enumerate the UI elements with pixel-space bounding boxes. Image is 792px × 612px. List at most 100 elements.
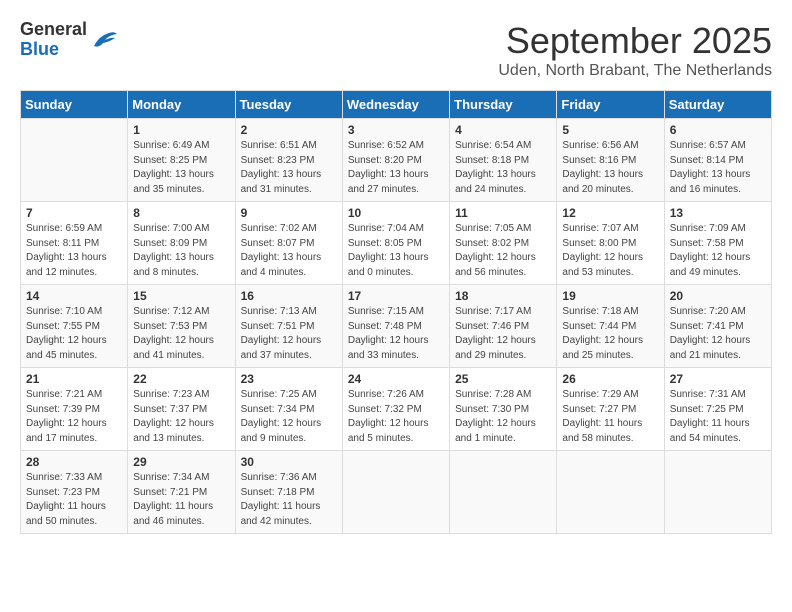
day-number: 30 <box>241 455 337 469</box>
calendar-cell: 21 Sunrise: 7:21 AM Sunset: 7:39 PM Dayli… <box>21 368 128 451</box>
day-number: 7 <box>26 206 122 220</box>
week-row-5: 28 Sunrise: 7:33 AM Sunset: 7:23 PM Dayli… <box>21 451 772 534</box>
calendar-cell: 19Sunrise: 7:18 AM Sunset: 7:44 PM Dayli… <box>557 285 664 368</box>
week-row-1: 1Sunrise: 6:49 AM Sunset: 8:25 PM Daylig… <box>21 119 772 202</box>
logo-bird-icon <box>89 28 119 52</box>
calendar-cell: 23 Sunrise: 7:25 AM Sunset: 7:34 PM Dayli… <box>235 368 342 451</box>
day-info: Sunrise: 7:33 AM Sunset: 7:23 PM Dayligh… <box>26 471 122 529</box>
day-number: 20 <box>670 289 766 303</box>
header-friday: Friday <box>557 91 664 119</box>
day-number: 21 <box>26 372 122 386</box>
day-number: 25 <box>455 372 551 386</box>
day-info: Sunrise: 7:21 AM Sunset: 7:39 PM Dayligh… <box>26 388 122 446</box>
calendar-cell: 15 Sunrise: 7:12 AM Sunset: 7:53 PM Dayli… <box>128 285 235 368</box>
day-info: Sunrise: 6:59 AM Sunset: 8:11 PM Dayligh… <box>26 222 122 280</box>
title-block: September 2025 Uden, North Brabant, The … <box>498 20 772 80</box>
week-row-2: 7 Sunrise: 6:59 AM Sunset: 8:11 PM Daylig… <box>21 202 772 285</box>
day-number: 5 <box>562 123 658 137</box>
day-number: 23 <box>241 372 337 386</box>
location-title: Uden, North Brabant, The Netherlands <box>498 62 772 80</box>
calendar-header-row: SundayMondayTuesdayWednesdayThursdayFrid… <box>21 91 772 119</box>
day-number: 17 <box>348 289 444 303</box>
calendar-cell: 1Sunrise: 6:49 AM Sunset: 8:25 PM Daylig… <box>128 119 235 202</box>
day-info: Sunrise: 7:00 AM Sunset: 8:09 PM Dayligh… <box>133 222 229 280</box>
day-info: Sunrise: 7:25 AM Sunset: 7:34 PM Dayligh… <box>241 388 337 446</box>
day-info: Sunrise: 6:52 AM Sunset: 8:20 PM Dayligh… <box>348 139 444 197</box>
day-info: Sunrise: 7:36 AM Sunset: 7:18 PM Dayligh… <box>241 471 337 529</box>
calendar-cell: 16 Sunrise: 7:13 AM Sunset: 7:51 PM Dayli… <box>235 285 342 368</box>
day-number: 6 <box>670 123 766 137</box>
day-number: 16 <box>241 289 337 303</box>
calendar-cell: 18 Sunrise: 7:17 AM Sunset: 7:46 PM Dayli… <box>450 285 557 368</box>
day-number: 29 <box>133 455 229 469</box>
day-info: Sunrise: 6:54 AM Sunset: 8:18 PM Dayligh… <box>455 139 551 197</box>
day-number: 24 <box>348 372 444 386</box>
calendar-cell: 9 Sunrise: 7:02 AM Sunset: 8:07 PM Daylig… <box>235 202 342 285</box>
header-wednesday: Wednesday <box>342 91 449 119</box>
day-info: Sunrise: 7:13 AM Sunset: 7:51 PM Dayligh… <box>241 305 337 363</box>
month-title: September 2025 <box>498 20 772 62</box>
calendar-cell: 5 Sunrise: 6:56 AM Sunset: 8:16 PM Daylig… <box>557 119 664 202</box>
calendar-cell: 26 Sunrise: 7:29 AM Sunset: 7:27 PM Dayli… <box>557 368 664 451</box>
day-number: 18 <box>455 289 551 303</box>
day-info: Sunrise: 6:49 AM Sunset: 8:25 PM Dayligh… <box>133 139 229 197</box>
day-info: Sunrise: 7:20 AM Sunset: 7:41 PM Dayligh… <box>670 305 766 363</box>
page-header: General Blue September 2025 Uden, North … <box>20 20 772 80</box>
header-sunday: Sunday <box>21 91 128 119</box>
calendar-cell: 29Sunrise: 7:34 AM Sunset: 7:21 PM Dayli… <box>128 451 235 534</box>
calendar-cell: 27Sunrise: 7:31 AM Sunset: 7:25 PM Dayli… <box>664 368 771 451</box>
logo-general: General Blue <box>20 20 87 60</box>
header-saturday: Saturday <box>664 91 771 119</box>
week-row-3: 14Sunrise: 7:10 AM Sunset: 7:55 PM Dayli… <box>21 285 772 368</box>
day-info: Sunrise: 7:12 AM Sunset: 7:53 PM Dayligh… <box>133 305 229 363</box>
header-thursday: Thursday <box>450 91 557 119</box>
day-number: 9 <box>241 206 337 220</box>
calendar-cell: 6 Sunrise: 6:57 AM Sunset: 8:14 PM Daylig… <box>664 119 771 202</box>
day-info: Sunrise: 7:07 AM Sunset: 8:00 PM Dayligh… <box>562 222 658 280</box>
day-info: Sunrise: 6:56 AM Sunset: 8:16 PM Dayligh… <box>562 139 658 197</box>
day-info: Sunrise: 7:09 AM Sunset: 7:58 PM Dayligh… <box>670 222 766 280</box>
day-number: 26 <box>562 372 658 386</box>
calendar-cell: 30 Sunrise: 7:36 AM Sunset: 7:18 PM Dayli… <box>235 451 342 534</box>
day-number: 3 <box>348 123 444 137</box>
calendar-cell: 3 Sunrise: 6:52 AM Sunset: 8:20 PM Daylig… <box>342 119 449 202</box>
calendar-cell <box>664 451 771 534</box>
day-info: Sunrise: 7:28 AM Sunset: 7:30 PM Dayligh… <box>455 388 551 446</box>
day-info: Sunrise: 7:17 AM Sunset: 7:46 PM Dayligh… <box>455 305 551 363</box>
day-number: 28 <box>26 455 122 469</box>
calendar-table: SundayMondayTuesdayWednesdayThursdayFrid… <box>20 90 772 534</box>
calendar-cell: 14Sunrise: 7:10 AM Sunset: 7:55 PM Dayli… <box>21 285 128 368</box>
day-number: 11 <box>455 206 551 220</box>
day-info: Sunrise: 7:31 AM Sunset: 7:25 PM Dayligh… <box>670 388 766 446</box>
calendar-cell: 8Sunrise: 7:00 AM Sunset: 8:09 PM Daylig… <box>128 202 235 285</box>
day-info: Sunrise: 6:57 AM Sunset: 8:14 PM Dayligh… <box>670 139 766 197</box>
day-number: 13 <box>670 206 766 220</box>
calendar-cell <box>342 451 449 534</box>
day-number: 22 <box>133 372 229 386</box>
calendar-cell: 22 Sunrise: 7:23 AM Sunset: 7:37 PM Dayli… <box>128 368 235 451</box>
calendar-cell: 12 Sunrise: 7:07 AM Sunset: 8:00 PM Dayli… <box>557 202 664 285</box>
day-info: Sunrise: 7:04 AM Sunset: 8:05 PM Dayligh… <box>348 222 444 280</box>
day-info: Sunrise: 7:10 AM Sunset: 7:55 PM Dayligh… <box>26 305 122 363</box>
day-number: 12 <box>562 206 658 220</box>
calendar-cell <box>557 451 664 534</box>
week-row-4: 21 Sunrise: 7:21 AM Sunset: 7:39 PM Dayli… <box>21 368 772 451</box>
calendar-cell: 20 Sunrise: 7:20 AM Sunset: 7:41 PM Dayli… <box>664 285 771 368</box>
day-number: 2 <box>241 123 337 137</box>
calendar-cell: 25 Sunrise: 7:28 AM Sunset: 7:30 PM Dayli… <box>450 368 557 451</box>
day-info: Sunrise: 7:02 AM Sunset: 8:07 PM Dayligh… <box>241 222 337 280</box>
day-info: Sunrise: 7:26 AM Sunset: 7:32 PM Dayligh… <box>348 388 444 446</box>
logo: General Blue <box>20 20 119 60</box>
calendar-cell: 17 Sunrise: 7:15 AM Sunset: 7:48 PM Dayli… <box>342 285 449 368</box>
calendar-cell: 24 Sunrise: 7:26 AM Sunset: 7:32 PM Dayli… <box>342 368 449 451</box>
day-info: Sunrise: 7:05 AM Sunset: 8:02 PM Dayligh… <box>455 222 551 280</box>
day-info: Sunrise: 7:29 AM Sunset: 7:27 PM Dayligh… <box>562 388 658 446</box>
day-info: Sunrise: 6:51 AM Sunset: 8:23 PM Dayligh… <box>241 139 337 197</box>
day-number: 10 <box>348 206 444 220</box>
calendar-cell: 28 Sunrise: 7:33 AM Sunset: 7:23 PM Dayli… <box>21 451 128 534</box>
day-info: Sunrise: 7:23 AM Sunset: 7:37 PM Dayligh… <box>133 388 229 446</box>
calendar-cell <box>450 451 557 534</box>
day-number: 15 <box>133 289 229 303</box>
day-info: Sunrise: 7:15 AM Sunset: 7:48 PM Dayligh… <box>348 305 444 363</box>
calendar-cell: 4Sunrise: 6:54 AM Sunset: 8:18 PM Daylig… <box>450 119 557 202</box>
